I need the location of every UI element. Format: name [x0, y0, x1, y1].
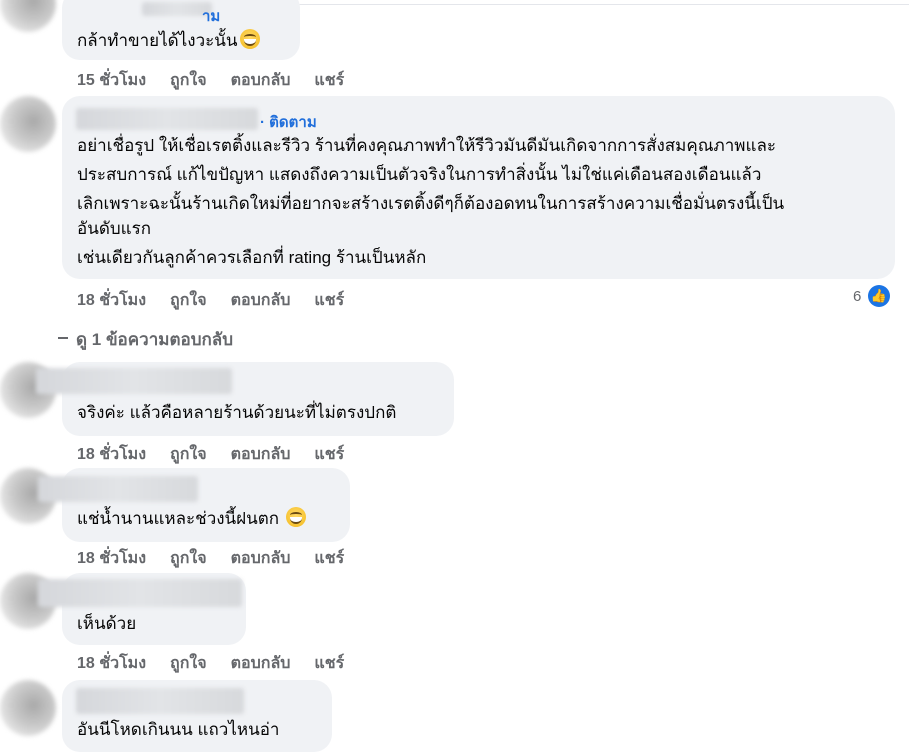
comment-bubble: อันนีโหดเกินนน แถวไหนอ่า [62, 680, 332, 752]
share-button[interactable]: แชร์ [314, 442, 344, 467]
timestamp[interactable]: 18 ชั่วโมง [77, 288, 146, 313]
comment-actions: 15 ชั่วโมง ถูกใจ ตอบกลับ แชร์ [77, 68, 368, 93]
commenter-name-blurred[interactable] [38, 476, 198, 502]
commenter-name-blurred[interactable] [76, 108, 258, 130]
avatar[interactable] [0, 0, 56, 32]
comment-bubble: · ติดตาม อย่าเชื่อรูป ให้เชื่อเรตติ้งและ… [62, 96, 895, 279]
grinning-sweat-emoji-icon [239, 29, 260, 49]
comment-line-3: เลิกเพราะฉะนั้นร้านเกิดใหม่ที่อยากจะสร้า… [77, 194, 785, 213]
view-replies-row[interactable]: ดู 1 ข้อความตอบกลับ [0, 324, 400, 350]
comment-text-content: กล้าทำขายได้ไงวะนั้น [77, 31, 238, 50]
reply-button[interactable]: ตอบกลับ [231, 68, 291, 93]
avatar[interactable] [0, 96, 56, 152]
comment-text-content: แช่น้ำนานแหละช่วงนี้ฝนตก [77, 509, 280, 528]
share-button[interactable]: แชร์ [314, 651, 344, 676]
comment-line-1: อย่าเชื่อรูป ให้เชื่อเรตติ้งและรีวิว ร้า… [77, 136, 776, 155]
comment-bubble: จริงค่ะ แล้วคือหลายร้านด้วยนะที่ไม่ตรงปก… [36, 362, 454, 436]
comment-actions: 18 ชั่วโมง ถูกใจ ตอบกลับ แชร์ [77, 288, 368, 313]
reply-button[interactable]: ตอบกลับ [231, 546, 291, 571]
comment-text: กล้าทำขายได้ไงวะนั้น [77, 26, 260, 55]
commenter-name-blurred[interactable] [76, 688, 244, 714]
like-count[interactable]: 6 [853, 288, 861, 305]
reply-button[interactable]: ตอบกลับ [231, 442, 291, 467]
commenter-name-blurred[interactable] [38, 579, 242, 607]
comment-actions: 18 ชั่วโมง ถูกใจ ตอบกลับ แชร์ [77, 442, 368, 467]
like-button[interactable]: ถูกใจ [170, 288, 207, 313]
comment-bubble: าม กล้าทำขายได้ไงวะนั้น [62, 0, 300, 60]
share-button[interactable]: แชร์ [314, 546, 344, 571]
like-button[interactable]: ถูกใจ [170, 442, 207, 467]
comment-bubble: เห็นด้วย [38, 573, 246, 645]
comment-bubble: แช่น้ำนานแหละช่วงนี้ฝนตก [38, 468, 350, 542]
share-button[interactable]: แชร์ [314, 288, 344, 313]
commenter-name-blurred[interactable] [36, 368, 232, 394]
comment-line-2: ประสบการณ์ แก้ไขปัญหา แสดงถึงความเป็นตัว… [77, 165, 762, 184]
follow-label[interactable]: ติดตาม [269, 114, 317, 131]
thumbs-up-icon[interactable]: 👍 [868, 285, 890, 307]
avatar[interactable] [0, 680, 56, 736]
comment-text: เห็นด้วย [77, 614, 137, 633]
reply-button[interactable]: ตอบกลับ [231, 651, 291, 676]
like-button[interactable]: ถูกใจ [170, 68, 207, 93]
timestamp[interactable]: 18 ชั่วโมง [77, 651, 146, 676]
comment-text: อันนีโหดเกินนน แถวไหนอ่า [77, 720, 280, 739]
comment-line-5: เช่นเดียวกันลูกค้าควรเลือกที่ rating ร้า… [77, 248, 427, 267]
timestamp[interactable]: 15 ชั่วโมง [77, 68, 146, 93]
share-button[interactable]: แชร์ [314, 68, 344, 93]
timestamp[interactable]: 18 ชั่วโมง [77, 546, 146, 571]
comment-text: แช่น้ำนานแหละช่วงนี้ฝนตก [77, 504, 306, 533]
timestamp[interactable]: 18 ชั่วโมง [77, 442, 146, 467]
comment-line-4: อันดับแรก [77, 219, 152, 238]
reply-arrow-icon [58, 337, 68, 339]
top-divider [250, 4, 909, 5]
comment-text: จริงค่ะ แล้วคือหลายร้านด้วยนะที่ไม่ตรงปก… [77, 403, 397, 422]
grinning-sweat-emoji-icon [285, 507, 306, 527]
like-button[interactable]: ถูกใจ [170, 651, 207, 676]
view-replies-link[interactable]: ดู 1 ข้อความตอบกลับ [76, 326, 233, 353]
reply-button[interactable]: ตอบกลับ [231, 288, 291, 313]
comment-actions: 18 ชั่วโมง ถูกใจ ตอบกลับ แชร์ [77, 651, 368, 676]
comment-actions: 18 ชั่วโมง ถูกใจ ตอบกลับ แชร์ [77, 546, 368, 571]
like-button[interactable]: ถูกใจ [170, 546, 207, 571]
commenter-name-fragment[interactable]: าม [202, 4, 220, 28]
